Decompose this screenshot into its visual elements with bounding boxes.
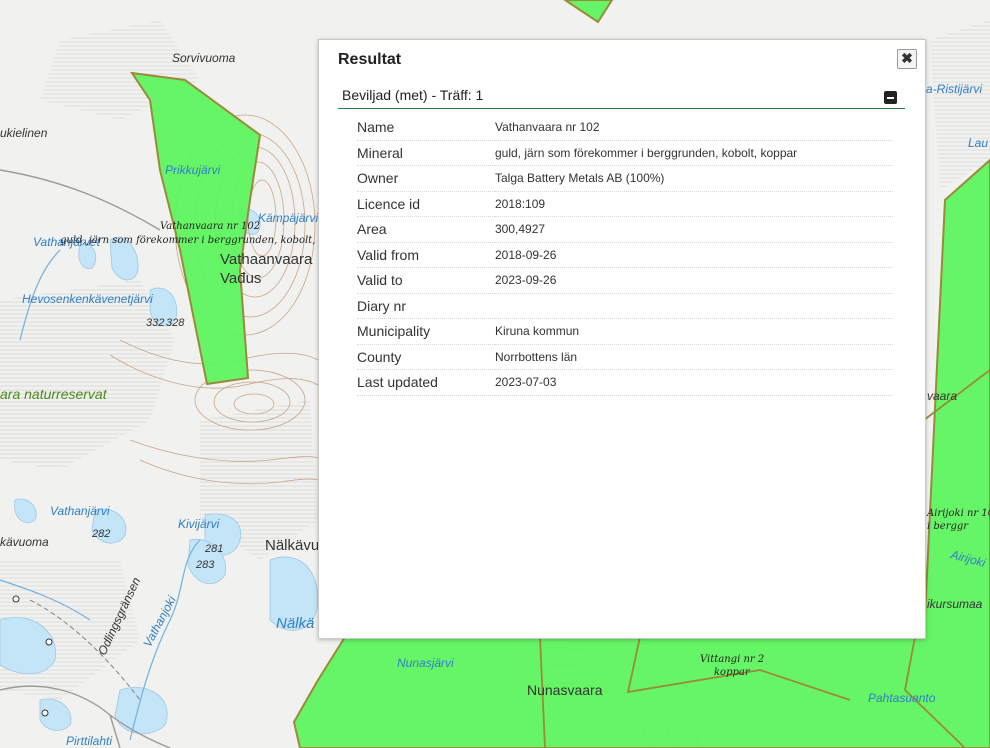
attribute-value — [495, 293, 893, 319]
table-row: Last updated 2023-07-03 — [357, 369, 893, 396]
svg-text:Nälkävu: Nälkävu — [265, 537, 319, 554]
attribute-value: Talga Battery Metals AB (100%) — [495, 165, 893, 192]
attribute-key: Owner — [357, 165, 495, 192]
attribute-key: County — [357, 344, 495, 370]
svg-text:koppar: koppar — [714, 667, 751, 678]
table-row: Owner Talga Battery Metals AB (100%) — [357, 165, 893, 192]
svg-text:Kivijärvi: Kivijärvi — [178, 517, 220, 531]
svg-text:281: 281 — [204, 543, 223, 555]
close-button[interactable]: ✖ — [897, 49, 917, 69]
table-row: Licence id 2018:109 — [357, 191, 893, 217]
svg-text:i berggr: i berggr — [927, 521, 969, 532]
svg-text:Prikkujärvi: Prikkujärvi — [165, 163, 221, 177]
attribute-value: Norrbottens län — [495, 344, 893, 370]
svg-text:Sorvivuoma: Sorvivuoma — [172, 51, 236, 65]
table-row: Diary nr — [357, 293, 893, 319]
svg-text:Vathanvaara nr 102: Vathanvaara nr 102 — [160, 221, 260, 232]
table-row: Valid to 2023-09-26 — [357, 267, 893, 294]
result-panel: Resultat ✖ Beviljad (met) - Träff: 1 Nam… — [318, 39, 926, 639]
attribute-value: 300,4927 — [495, 216, 893, 243]
svg-text:vaara: vaara — [927, 389, 957, 403]
attribute-key: Valid to — [357, 267, 495, 294]
svg-text:283: 283 — [195, 559, 215, 571]
attribute-key: Municipality — [357, 318, 495, 345]
svg-text:ikursumaa: ikursumaa — [927, 597, 983, 611]
svg-text:ukielinen: ukielinen — [0, 126, 48, 140]
table-row: Municipality Kiruna kommun — [357, 318, 893, 345]
attribute-key: Diary nr — [357, 293, 495, 319]
collapse-icon[interactable] — [884, 91, 897, 104]
table-row: Area 300,4927 — [357, 216, 893, 243]
table-row: Valid from 2018-09-26 — [357, 242, 893, 268]
attribute-value: 2018:109 — [495, 191, 893, 217]
svg-text:328: 328 — [166, 317, 185, 329]
attribute-key: Last updated — [357, 369, 495, 396]
table-row: County Norrbottens län — [357, 344, 893, 370]
svg-text:kävuoma: kävuoma — [0, 535, 49, 549]
svg-text:Nunasvaara: Nunasvaara — [527, 682, 603, 698]
svg-text:Vathaanvaara: Vathaanvaara — [220, 251, 313, 268]
attribute-key: Name — [357, 115, 495, 141]
table-row: Mineral guld, järn som förekommer i bergg… — [357, 140, 893, 166]
svg-text:Airijoki nr 10: Airijoki nr 10 — [926, 508, 990, 519]
svg-text:332: 332 — [146, 317, 164, 329]
attribute-value: 2023-09-26 — [495, 267, 893, 294]
svg-text:Pahtasuanto: Pahtasuanto — [868, 691, 936, 705]
attribute-key: Valid from — [357, 242, 495, 268]
svg-text:ara naturreservat: ara naturreservat — [0, 386, 108, 402]
attribute-key: Licence id — [357, 191, 495, 217]
svg-text:Vađus: Vađus — [220, 270, 261, 287]
svg-text:Lau: Lau — [968, 136, 988, 150]
close-icon: ✖ — [901, 50, 913, 66]
svg-text:Nälkä: Nälkä — [276, 615, 314, 632]
svg-text:Vathanjärvi: Vathanjärvi — [50, 504, 110, 518]
section-header[interactable]: Beviljad (met) - Träff: 1 — [338, 86, 905, 109]
svg-text:Nunasjärvi: Nunasjärvi — [397, 656, 454, 670]
svg-text:282: 282 — [91, 528, 110, 540]
attribute-value: Kiruna kommun — [495, 318, 893, 345]
panel-title: Resultat — [338, 51, 402, 68]
attribute-value: Vathanvaara nr 102 — [495, 115, 893, 141]
svg-text:Hevosenkenkävenetjärvi: Hevosenkenkävenetjärvi — [22, 292, 153, 306]
attribute-value: 2018-09-26 — [495, 242, 893, 268]
attribute-key: Area — [357, 216, 495, 243]
svg-text:a-Ristijärvi: a-Ristijärvi — [926, 82, 982, 96]
section-title: Beviljad (met) - Träff: 1 — [342, 87, 484, 103]
attribute-value: 2023-07-03 — [495, 369, 893, 396]
attribute-key: Mineral — [357, 140, 495, 166]
svg-text:Pirttilahti: Pirttilahti — [66, 734, 112, 748]
svg-text:Kämpäjärvi: Kämpäjärvi — [258, 211, 318, 225]
svg-text:guld, järn som förekommer i be: guld, järn som förekommer i berggrunden,… — [60, 235, 315, 246]
table-row: Name Vathanvaara nr 102 — [357, 115, 893, 141]
attribute-table: Name Vathanvaara nr 102 Mineral guld, järn … — [357, 115, 893, 396]
svg-text:Vittangi nr 2: Vittangi nr 2 — [700, 654, 764, 665]
attribute-value: guld, järn som förekommer i berggrunden,… — [495, 140, 893, 166]
